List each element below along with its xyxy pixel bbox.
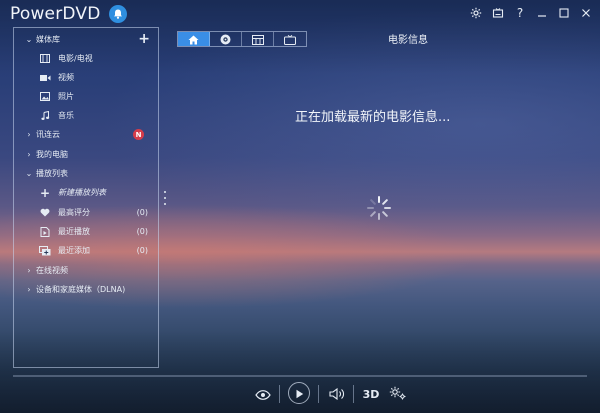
sidebar-item-label: 照片	[58, 92, 74, 101]
add-media-icon[interactable]: +	[138, 30, 150, 48]
recent-play-icon	[39, 226, 51, 238]
chevron-right-icon: ›	[27, 130, 31, 139]
home-icon	[188, 30, 199, 49]
sidebar-item-cyberlink-cloud[interactable]: › 讯连云 N	[14, 125, 158, 144]
sidebar-item-recently-played[interactable]: 最近播放 (0)	[14, 222, 158, 241]
chevron-right-icon: ›	[27, 266, 31, 275]
sidebar-item-new-playlist[interactable]: + 新建播放列表	[14, 183, 158, 202]
film-icon	[39, 53, 51, 65]
sidebar-item-label: 我的电脑	[36, 150, 68, 159]
play-icon	[295, 384, 304, 403]
eye-icon	[255, 385, 271, 404]
item-count: (0)	[136, 246, 148, 255]
chevron-right-icon: ›	[27, 285, 31, 294]
close-icon[interactable]	[578, 5, 594, 21]
tab-home[interactable]	[178, 32, 210, 46]
sidebar-item-music[interactable]: 音乐	[14, 106, 158, 125]
eye-view-button[interactable]	[254, 386, 272, 402]
sidebar-item-label: 在线视频	[36, 266, 68, 275]
settings-icon[interactable]	[468, 5, 484, 21]
control-divider	[318, 385, 319, 403]
title-bar: PowerDVD ?	[0, 0, 600, 28]
gears-icon	[389, 385, 407, 404]
sidebar-splitter-handle[interactable]	[163, 191, 166, 205]
window-controls: ?	[468, 5, 594, 21]
sidebar-item-dlna[interactable]: › 设备和家庭媒体（DLNA)	[14, 280, 158, 299]
chevron-down-icon: ⌄	[25, 169, 33, 178]
sidebar-item-label: 设备和家庭媒体（DLNA)	[36, 285, 126, 294]
sidebar-item-label: 视频	[58, 73, 74, 82]
mini-player-icon[interactable]	[490, 5, 506, 21]
plus-icon: +	[39, 185, 51, 200]
help-icon[interactable]: ?	[512, 5, 528, 21]
play-button[interactable]	[288, 382, 310, 404]
loading-spinner-icon	[366, 195, 392, 221]
maximize-icon[interactable]	[556, 5, 572, 21]
3d-toggle-button[interactable]: 3D	[360, 386, 382, 402]
view-tabs	[177, 31, 307, 47]
sidebar-item-label: 音乐	[58, 111, 74, 120]
item-count: (0)	[136, 208, 148, 217]
media-grid-icon	[251, 30, 264, 49]
tab-media[interactable]	[242, 32, 274, 46]
music-note-icon	[39, 110, 51, 122]
sidebar-item-label: 最近播放	[58, 227, 90, 236]
sidebar-item-label: 媒体库	[36, 35, 60, 44]
section-title: 电影信息	[388, 35, 428, 46]
tab-disc[interactable]	[210, 32, 242, 46]
disc-icon	[220, 30, 231, 49]
chevron-down-icon: ⌄	[25, 35, 33, 44]
sidebar-item-top-rated[interactable]: 最高评分 (0)	[14, 203, 158, 222]
player-settings-button[interactable]	[388, 385, 408, 403]
heart-icon	[39, 207, 51, 219]
sidebar-item-label: 讯连云	[36, 130, 60, 139]
volume-button[interactable]	[328, 386, 346, 402]
sidebar-item-label: 新建播放列表	[58, 188, 106, 197]
new-badge: N	[133, 129, 144, 140]
app-title: PowerDVD	[10, 4, 101, 24]
sidebar-item-media-library[interactable]: ⌄ 媒体库 +	[14, 30, 158, 49]
sidebar-item-photos[interactable]: 照片	[14, 87, 158, 106]
sidebar-item-online-videos[interactable]: › 在线视频	[14, 261, 158, 280]
chevron-right-icon: ›	[27, 150, 31, 159]
sidebar-item-playlists[interactable]: ⌄ 播放列表	[14, 164, 158, 183]
sidebar-item-label: 最近添加	[58, 246, 90, 255]
tab-tv[interactable]	[274, 32, 306, 46]
sidebar-item-recently-added[interactable]: 最近添加 (0)	[14, 241, 158, 260]
sidebar-item-my-computer[interactable]: › 我的电脑	[14, 145, 158, 164]
sidebar-item-label: 电影/电视	[58, 54, 93, 63]
sidebar-item-label: 最高评分	[58, 208, 90, 217]
library-sidebar: ⌄ 媒体库 + 电影/电视 视频 照片 音乐 › 讯连云 N › 我的电脑 ⌄	[13, 27, 159, 368]
photo-icon	[39, 91, 51, 103]
tv-icon	[284, 30, 296, 49]
speaker-icon	[329, 385, 345, 404]
sidebar-item-label: 播放列表	[36, 169, 68, 178]
item-count: (0)	[136, 227, 148, 236]
control-divider	[279, 385, 280, 403]
seek-bar[interactable]	[13, 375, 587, 377]
notification-bell-icon[interactable]	[109, 5, 127, 23]
sidebar-item-video[interactable]: 视频	[14, 68, 158, 87]
recent-add-icon	[39, 245, 51, 257]
loading-message: 正在加载最新的电影信息...	[295, 110, 451, 125]
control-divider	[353, 385, 354, 403]
minimize-icon[interactable]	[534, 5, 550, 21]
sidebar-item-movies-tv[interactable]: 电影/电视	[14, 49, 158, 68]
video-camera-icon	[39, 72, 51, 84]
